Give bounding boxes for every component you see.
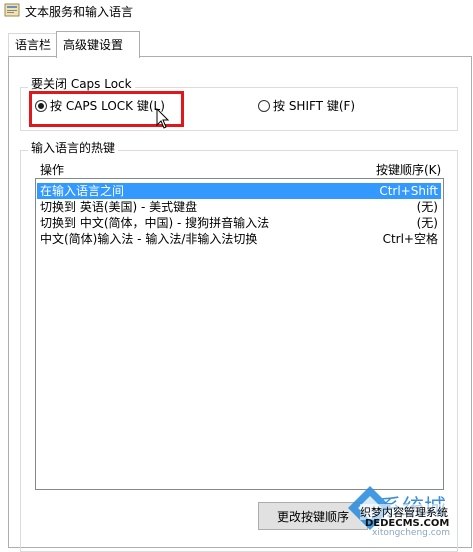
list-item-keys: (无): [416, 200, 438, 214]
list-item-keys: Ctrl+Shift: [379, 184, 438, 198]
radio-shift-label: 按 SHIFT 键(F): [273, 99, 356, 113]
watermark-brand-en: xitongcheng.com: [372, 528, 450, 538]
radio-unselected-icon[interactable]: [258, 99, 270, 112]
list-item-keys: (无): [416, 216, 438, 230]
list-item[interactable]: 中文(简体)输入法 - 输入法/非输入法切换 Ctrl+空格: [37, 231, 441, 247]
list-item-action: 切换到 英语(美国) - 美式键盘: [40, 200, 198, 214]
tab-language-bar[interactable]: 语言栏: [8, 33, 62, 56]
mouse-cursor-icon: [156, 108, 170, 129]
caps-lock-group-label: 要关闭 Caps Lock: [28, 75, 135, 92]
list-item[interactable]: 在输入语言之间 Ctrl+Shift: [37, 183, 441, 199]
window-title: 文本服务和输入语言: [25, 5, 134, 19]
list-item-action: 切换到 中文(简体，中国) - 搜狗拼音输入法: [40, 216, 270, 230]
list-item[interactable]: 切换到 英语(美国) - 美式键盘 (无): [37, 199, 441, 215]
window-icon: [4, 3, 20, 17]
column-header-action: 操作: [40, 163, 65, 177]
column-header-key-sequence: 按键顺序(K): [376, 163, 442, 177]
list-item-keys: Ctrl+空格: [382, 232, 438, 246]
hotkey-list[interactable]: 在输入语言之间 Ctrl+Shift 切换到 英语(美国) - 美式键盘 (无)…: [35, 178, 444, 490]
list-item-action: 在输入语言之间: [40, 184, 125, 198]
list-item-action: 中文(简体)输入法 - 输入法/非输入法切换: [40, 232, 258, 246]
radio-shift-key[interactable]: 按 SHIFT 键(F): [258, 97, 355, 114]
hotkeys-group-label: 输入语言的热键: [28, 139, 119, 156]
title-bar: 文本服务和输入语言: [0, 0, 473, 22]
tab-advanced-key-settings[interactable]: 高级键设置: [56, 31, 140, 58]
list-item[interactable]: 切换到 中文(简体，中国) - 搜狗拼音输入法 (无): [37, 215, 441, 231]
